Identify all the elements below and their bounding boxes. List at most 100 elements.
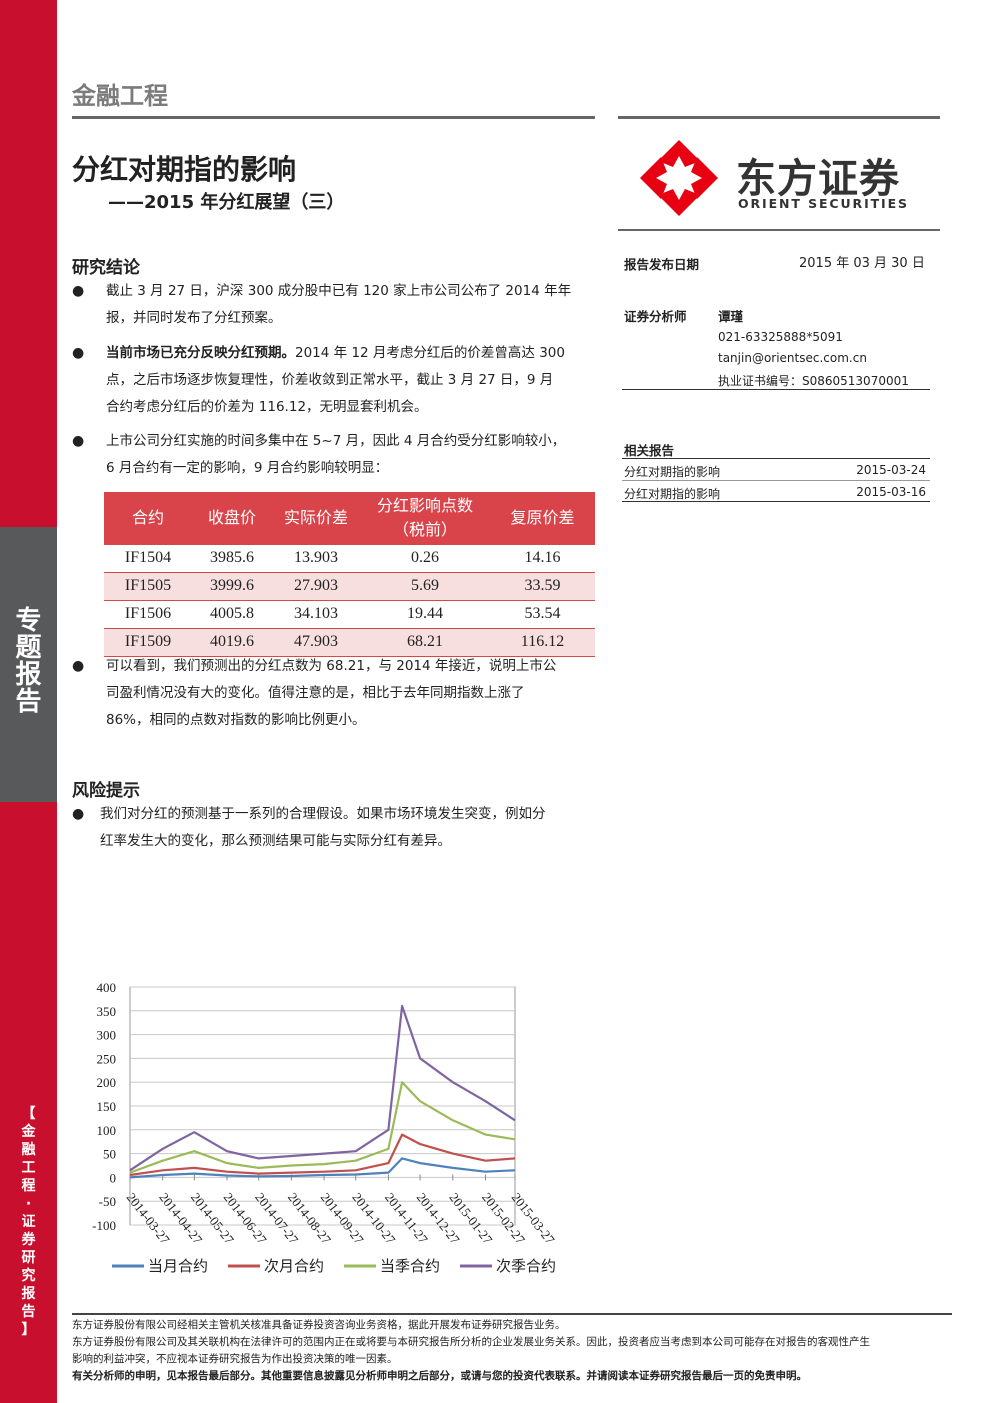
bullet-line-rest: 2014 年 12 月考虑分红后的价差曾高达 300 xyxy=(295,345,565,361)
related-item-title[interactable]: 分红对期指的影响 xyxy=(624,465,720,479)
cell-adjusted-spread: 116.12 xyxy=(490,627,595,657)
logo-en-text: ORIENT SECURITIES xyxy=(738,196,909,211)
report-type-label: 专题报告 xyxy=(0,608,57,716)
footer-line: 东方证券股份有限公司经相关主管机关核准具备证券投资咨询业务资格，据此开展发布证券… xyxy=(72,1319,566,1331)
analyst-label: 证券分析师 xyxy=(624,309,687,324)
vertical-char: 告 xyxy=(15,687,42,717)
vertical-char: · xyxy=(25,1196,32,1212)
y-tick-label: 0 xyxy=(110,1170,117,1185)
cell-close: 3999.6 xyxy=(192,571,272,600)
related-item-date: 2015-03-24 xyxy=(856,463,926,477)
y-tick-label: 250 xyxy=(97,1051,117,1066)
vertical-char: 究 xyxy=(21,1268,36,1284)
vertical-char: 程 xyxy=(21,1178,36,1194)
cell-spread: 47.903 xyxy=(272,627,360,657)
legend-label: 当月合约 xyxy=(148,1257,208,1275)
cell-dividend-points: 68.21 xyxy=(360,627,490,657)
cell-contract: IF1504 xyxy=(104,543,192,572)
col-header-dividend-points: 分红影响点数 （税前） xyxy=(360,492,490,544)
vertical-char: 金 xyxy=(21,1124,36,1140)
report-subtitle: ——2015 年分红展望（三） xyxy=(108,192,345,213)
cell-adjusted-spread: 33.59 xyxy=(490,571,595,600)
related-item-date: 2015-03-16 xyxy=(856,485,926,499)
col-header-adjusted-spread: 复原价差 xyxy=(490,492,595,544)
analyst-phone: 021-63325888*5091 xyxy=(718,330,843,344)
vertical-char: 专 xyxy=(15,606,42,636)
bullet-line: 红率发生大的变化，那么预测结果可能与实际分红有差异。 xyxy=(100,833,451,849)
vertical-char: 研 xyxy=(21,1250,36,1266)
bullet-line: 我们对分红的预测基于一系列的合理假设。如果市场环境发生突变，例如分 xyxy=(100,806,546,822)
cell-contract: IF1505 xyxy=(104,571,192,600)
footer-line: 影响的利益冲突，不应视本证券研究报告为作出投资决策的唯一因素。 xyxy=(72,1353,398,1365)
logo-rule xyxy=(618,229,940,231)
related-heading: 相关报告 xyxy=(624,443,675,458)
related-item[interactable]: 分红对期指的影响 2015-03-24 xyxy=(624,463,928,480)
conclusion-bullet: ● 当前市场已充分反映分红预期。2014 年 12 月考虑分红后的价差曾高达 3… xyxy=(72,340,596,424)
table-header-row: 合约 收盘价 实际价差 分红影响点数 （税前） 复原价差 xyxy=(104,492,595,544)
conclusion-bullet: ● 可以看到，我们预测出的分红点数为 68.21，与 2014 年接近，说明上市… xyxy=(72,653,596,737)
bullet-dot-icon: ● xyxy=(72,283,85,299)
vertical-char: 券 xyxy=(21,1232,36,1248)
analyst-name: 谭瑾 xyxy=(718,309,744,324)
section-label: 金融工程 xyxy=(72,82,168,110)
related-rule-mid xyxy=(622,480,930,481)
table-row: IF1504 3985.6 13.903 0.26 14.16 xyxy=(104,543,595,572)
cell-spread: 27.903 xyxy=(272,571,360,600)
publish-date: 2015 年 03 月 30 日 xyxy=(799,256,925,271)
related-rule-bottom xyxy=(622,501,930,502)
col-header-dividend-points-line1: 分红影响点数 xyxy=(376,495,473,515)
bullet-line: 6 月合约有一定的影响，9 月合约影响较明显： xyxy=(106,460,389,476)
y-tick-label: 300 xyxy=(97,1028,117,1043)
col-header-contract: 合约 xyxy=(104,492,192,544)
bullet-line: 上市公司分红实施的时间多集中在 5~7 月，因此 4 月合约受分红影响较小， xyxy=(106,433,566,449)
report-series-label: 【金融工程 · 证券研究报告】 xyxy=(0,1105,57,1339)
bullet-line: 当前市场已充分反映分红预期。2014 年 12 月考虑分红后的价差曾高达 300 xyxy=(106,340,596,367)
bullet-dot-icon: ● xyxy=(72,658,85,674)
legend-label: 当季合约 xyxy=(380,1257,440,1275)
dividend-impact-table: 合约 收盘价 实际价差 分红影响点数 （税前） 复原价差 IF1504 3985… xyxy=(104,492,595,657)
cell-close: 4005.8 xyxy=(192,599,272,628)
cell-dividend-points: 5.69 xyxy=(360,571,490,600)
related-item[interactable]: 分红对期指的影响 2015-03-16 xyxy=(624,485,928,502)
related-item-title[interactable]: 分红对期指的影响 xyxy=(624,487,720,501)
y-tick-label: -50 xyxy=(99,1194,116,1209)
vertical-char: 工 xyxy=(21,1160,36,1176)
cell-contract: IF1506 xyxy=(104,599,192,628)
table-row: IF1509 4019.6 47.903 68.21 116.12 xyxy=(104,627,595,657)
col-header-close: 收盘价 xyxy=(192,492,272,544)
bullet-emphasis: 当前市场已充分反映分红预期。 xyxy=(106,345,295,361)
bullet-dot-icon: ● xyxy=(72,806,85,822)
footer-line: 东方证券股份有限公司及其关联机构在法律许可的范围内正在或将要与本研究报告所分析的… xyxy=(72,1336,870,1348)
conclusion-bullet: ● 截止 3 月 27 日，沪深 300 成分股中已有 120 家上市公司公布了… xyxy=(72,278,596,334)
report-title: 分红对期指的影响 xyxy=(72,153,297,186)
vertical-char: 报 xyxy=(21,1286,36,1302)
header-rule-right xyxy=(618,116,940,119)
bullet-dot-icon: ● xyxy=(72,345,85,361)
col-header-dividend-points-line2: （税前） xyxy=(392,519,457,539)
conclusion-bullet: ● 上市公司分红实施的时间多集中在 5~7 月，因此 4 月合约受分红影响较小，… xyxy=(72,428,596,484)
vertical-char: 告 xyxy=(21,1304,36,1320)
risk-bullet: ● 我们对分红的预测基于一系列的合理假设。如果市场环境发生突变，例如分 红率发生… xyxy=(72,801,596,857)
y-tick-label: 400 xyxy=(97,980,117,995)
vertical-char: 】 xyxy=(21,1322,36,1338)
bullet-line: 点，之后市场逐步恢复理性，价差收敛到正常水平，截止 3 月 27 日，9 月 xyxy=(106,372,554,388)
cell-close: 3985.6 xyxy=(192,543,272,572)
analyst-rule xyxy=(622,389,930,390)
vertical-char: 报 xyxy=(15,660,42,690)
cell-adjusted-spread: 53.54 xyxy=(490,599,595,628)
footer-line-bold: 有关分析师的申明，见本报告最后部分。其他重要信息披露见分析师申明之后部分，或请与… xyxy=(72,1370,807,1382)
col-header-spread: 实际价差 xyxy=(272,492,360,544)
vertical-char: 题 xyxy=(15,633,42,663)
table-row: IF1505 3999.6 27.903 5.69 33.59 xyxy=(104,571,595,600)
vertical-char: 证 xyxy=(21,1214,36,1230)
conclusions-heading: 研究结论 xyxy=(72,258,140,278)
header-rule-left xyxy=(72,116,595,119)
spread-line-chart: 400350300250200150100500-50-100 2014-03-2… xyxy=(92,980,558,1275)
orient-securities-logo-icon xyxy=(640,140,718,216)
legend-label: 次季合约 xyxy=(496,1257,556,1275)
y-tick-label: 150 xyxy=(97,1099,117,1114)
analyst-email[interactable]: tanjin@orientsec.com.cn xyxy=(718,351,867,365)
footer-rule xyxy=(72,1313,952,1315)
cell-close: 4019.6 xyxy=(192,627,272,657)
y-tick-label: 200 xyxy=(97,1075,117,1090)
